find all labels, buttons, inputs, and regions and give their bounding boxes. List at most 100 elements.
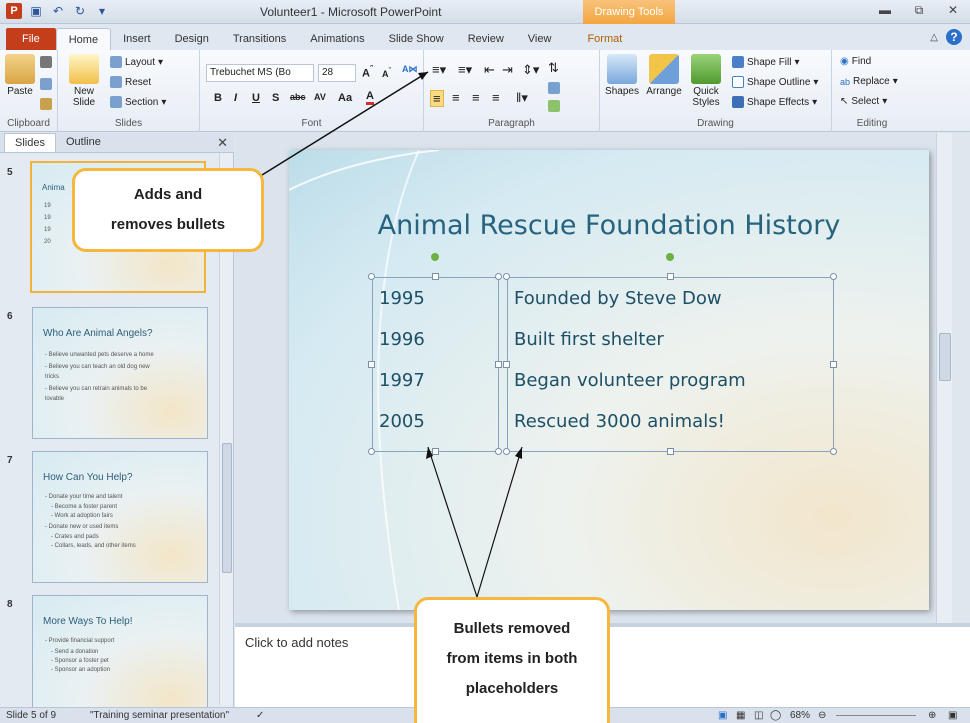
notes-placeholder[interactable]: Click to add notes: [245, 635, 348, 650]
smartart-button[interactable]: [548, 100, 560, 112]
paste-button[interactable]: Paste: [4, 54, 36, 97]
copy-button[interactable]: [40, 78, 52, 90]
zoom-level[interactable]: 68%: [790, 710, 810, 721]
reset-button[interactable]: Reset: [110, 76, 151, 88]
clear-formatting-button[interactable]: A⋈: [402, 64, 418, 75]
event-item[interactable]: Began volunteer program: [508, 360, 833, 401]
tab-view[interactable]: View: [516, 28, 564, 50]
resize-handle[interactable]: [667, 448, 674, 455]
help-icon[interactable]: ?: [946, 29, 962, 45]
resize-handle[interactable]: [368, 448, 375, 455]
fit-to-window-icon[interactable]: ▣: [948, 710, 957, 721]
tab-review[interactable]: Review: [456, 28, 516, 50]
align-right-button[interactable]: ≡: [472, 90, 480, 105]
resize-handle[interactable]: [495, 361, 502, 368]
strikethrough-button[interactable]: abc: [290, 92, 306, 102]
event-item[interactable]: Founded by Steve Dow: [508, 278, 833, 319]
tab-design[interactable]: Design: [163, 28, 221, 50]
tab-format[interactable]: Format: [575, 28, 634, 50]
character-spacing-button[interactable]: AV: [314, 92, 326, 102]
close-pane-icon[interactable]: ✕: [217, 135, 228, 151]
pane-scroll-thumb[interactable]: [222, 443, 232, 573]
numbering-button[interactable]: ≡▾: [458, 62, 472, 78]
save-icon[interactable]: ▣: [28, 3, 44, 19]
resize-handle[interactable]: [503, 448, 510, 455]
resize-handle[interactable]: [503, 361, 510, 368]
align-text-button[interactable]: [548, 82, 560, 94]
tab-animations[interactable]: Animations: [298, 28, 376, 50]
resize-handle[interactable]: [830, 361, 837, 368]
change-case-button[interactable]: Aa: [338, 92, 352, 104]
zoom-out-icon[interactable]: ⊖: [818, 710, 826, 721]
resize-handle[interactable]: [368, 361, 375, 368]
theme-status[interactable]: "Training seminar presentation": [90, 710, 229, 721]
tab-outline[interactable]: Outline: [56, 133, 111, 152]
year-item[interactable]: 1997: [373, 360, 498, 401]
resize-handle[interactable]: [432, 448, 439, 455]
normal-view-icon[interactable]: ▣: [718, 710, 727, 721]
find-button[interactable]: ◉ Find: [840, 56, 871, 67]
resize-handle[interactable]: [368, 273, 375, 280]
resize-handle[interactable]: [503, 273, 510, 280]
shapes-button[interactable]: Shapes: [604, 54, 640, 97]
quick-styles-button[interactable]: Quick Styles: [688, 54, 724, 108]
bullets-button[interactable]: ≡▾: [432, 62, 446, 78]
reading-view-icon[interactable]: ◫: [754, 710, 763, 721]
slide-title[interactable]: Animal Rescue Foundation History: [289, 210, 929, 241]
rotation-handle[interactable]: [666, 253, 674, 261]
resize-handle[interactable]: [830, 273, 837, 280]
layout-button[interactable]: Layout ▾: [110, 56, 163, 68]
event-item[interactable]: Rescued 3000 animals!: [508, 401, 833, 442]
resize-handle[interactable]: [495, 273, 502, 280]
slide-scrollbar[interactable]: [936, 133, 952, 623]
justify-button[interactable]: ≡: [492, 90, 500, 105]
event-item[interactable]: Built first shelter: [508, 319, 833, 360]
shape-effects-button[interactable]: Shape Effects ▾: [732, 96, 817, 108]
format-painter-button[interactable]: [40, 98, 52, 110]
slide-thumbnail[interactable]: How Can You Help? - Donate your time and…: [32, 451, 208, 583]
tab-slide-show[interactable]: Slide Show: [377, 28, 456, 50]
powerpoint-app-icon[interactable]: P: [6, 3, 22, 19]
restore-icon[interactable]: ⧉: [902, 0, 936, 20]
text-direction-button[interactable]: ⇅: [548, 60, 559, 76]
resize-handle[interactable]: [830, 448, 837, 455]
rotation-handle[interactable]: [431, 253, 439, 261]
minimize-icon[interactable]: ▬: [868, 0, 902, 20]
select-button[interactable]: ↖ Select ▾: [840, 96, 887, 107]
font-size-dropdown[interactable]: 28: [318, 64, 356, 82]
year-item[interactable]: 1996: [373, 319, 498, 360]
tab-transitions[interactable]: Transitions: [221, 28, 298, 50]
slide-canvas[interactable]: Animal Rescue Foundation History 1995 19…: [289, 150, 929, 610]
redo-icon[interactable]: ↻: [72, 3, 88, 19]
grow-font-button[interactable]: Aˆ: [362, 64, 373, 80]
columns-button[interactable]: ‖▾: [516, 90, 528, 106]
year-item[interactable]: 2005: [373, 401, 498, 442]
shape-outline-button[interactable]: Shape Outline ▾: [732, 76, 818, 88]
arrange-button[interactable]: Arrange: [644, 54, 684, 97]
shrink-font-button[interactable]: Aˇ: [382, 66, 391, 79]
tab-file[interactable]: File: [6, 28, 56, 50]
italic-button[interactable]: I: [234, 92, 237, 104]
align-left-button[interactable]: ≡: [430, 90, 444, 107]
slide-scroll-thumb[interactable]: [939, 333, 951, 381]
slide-show-icon[interactable]: ◯: [770, 710, 781, 721]
tab-slides[interactable]: Slides: [4, 133, 56, 152]
customize-qat-icon[interactable]: ▾: [94, 3, 110, 19]
slide-thumbnail[interactable]: More Ways To Help! - Provide financial s…: [32, 595, 208, 723]
tab-home[interactable]: Home: [55, 28, 112, 50]
slide-thumbnail[interactable]: Who Are Animal Angels? - Believe unwante…: [32, 307, 208, 439]
close-icon[interactable]: ✕: [936, 0, 970, 20]
years-placeholder[interactable]: 1995 1996 1997 2005: [372, 277, 499, 452]
resize-handle[interactable]: [667, 273, 674, 280]
year-item[interactable]: 1995: [373, 278, 498, 319]
section-button[interactable]: Section ▾: [110, 96, 166, 108]
decrease-indent-button[interactable]: ⇤: [484, 62, 495, 78]
shape-fill-button[interactable]: Shape Fill ▾: [732, 56, 800, 68]
line-spacing-button[interactable]: ⇕▾: [522, 62, 539, 78]
resize-handle[interactable]: [432, 273, 439, 280]
replace-button[interactable]: ab Replace ▾: [840, 76, 898, 87]
spell-check-icon[interactable]: ✓: [256, 710, 264, 721]
events-placeholder[interactable]: Founded by Steve Dow Built first shelter…: [507, 277, 834, 452]
zoom-in-icon[interactable]: ⊕: [928, 710, 936, 721]
resize-handle[interactable]: [495, 448, 502, 455]
